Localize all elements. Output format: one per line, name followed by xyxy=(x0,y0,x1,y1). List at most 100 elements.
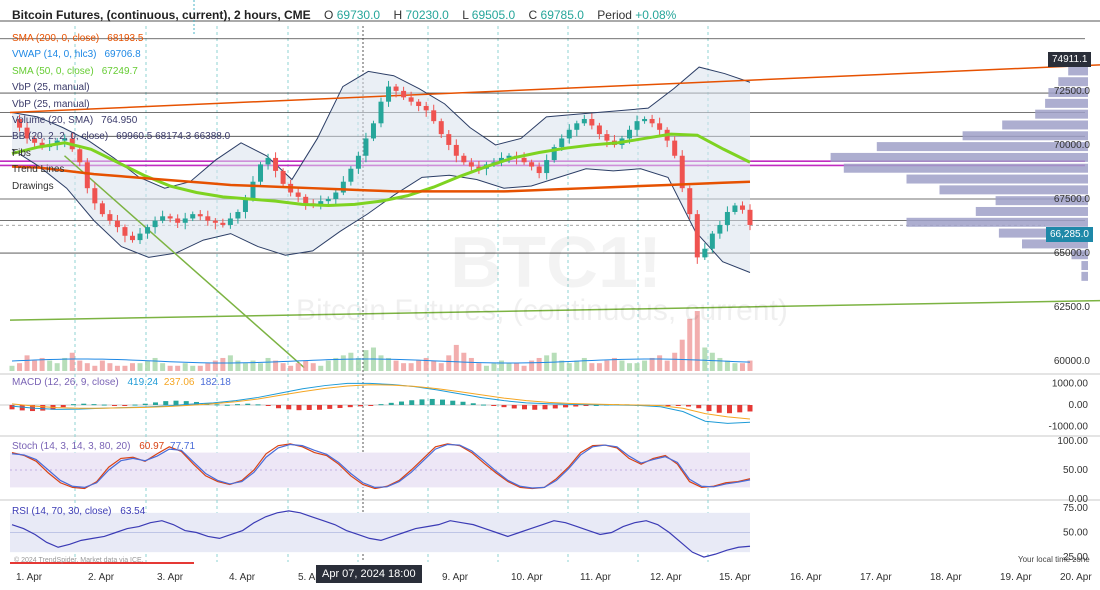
candle-body xyxy=(544,160,550,174)
indicator-value: 69960.5 68174.3 66388.0 xyxy=(116,131,231,143)
time-axis-tick: 19. Apr xyxy=(1000,572,1032,583)
high-label: H xyxy=(393,8,403,22)
volume-bar xyxy=(423,357,429,371)
macd-histogram-bar xyxy=(388,402,394,405)
volume-bar xyxy=(739,363,745,371)
volume-bar xyxy=(634,363,640,371)
volume-bar xyxy=(438,363,444,371)
macd-value-1: 419.24 xyxy=(127,377,159,388)
indicator-label: SMA (200, 0, close) xyxy=(12,33,100,44)
macd-histogram-bar xyxy=(276,405,281,409)
volume-bar xyxy=(446,355,452,371)
candle-body xyxy=(739,205,745,210)
volume-bar xyxy=(642,360,648,371)
macd-histogram-bar xyxy=(686,405,691,407)
rsi-axis-tick: 50.00 xyxy=(1063,528,1088,539)
candle-body xyxy=(657,123,663,130)
candle-body xyxy=(152,220,158,228)
stoch-legend[interactable]: Stoch (14, 3, 14, 3, 80, 20) 60.97 77.71 xyxy=(12,441,195,452)
volume-bar xyxy=(386,357,392,371)
macd-histogram-bar xyxy=(214,404,220,406)
candle-body xyxy=(581,118,587,124)
indicator-label: SMA (50, 0, close) xyxy=(12,65,94,77)
volume-bar xyxy=(190,365,196,371)
local-time-zone[interactable]: Your local time zone xyxy=(1018,555,1090,564)
candle-body xyxy=(747,209,753,225)
volume-profile-bar xyxy=(1035,109,1088,119)
volume-bar xyxy=(24,355,30,371)
candle-body xyxy=(687,188,693,215)
time-axis-tick: 11. Apr xyxy=(580,572,612,583)
macd-histogram-bar xyxy=(101,404,107,406)
candle-body xyxy=(122,227,128,236)
time-axis-tick: 9. Apr xyxy=(442,572,469,583)
volume-bar xyxy=(145,360,151,371)
candle-body xyxy=(295,192,301,197)
volume-bar xyxy=(431,360,437,371)
macd-histogram-bar xyxy=(470,403,476,405)
macd-histogram-bar xyxy=(419,399,425,405)
candle-body xyxy=(521,157,527,163)
indicator-legend-item[interactable]: SMA (200, 0, close) 68193.5 xyxy=(12,33,143,44)
volume-bar xyxy=(529,360,535,371)
volume-bar xyxy=(348,352,354,371)
close-value: 69785.0 xyxy=(540,8,584,22)
volume-bar xyxy=(581,357,587,371)
time-axis-tick: 4. Apr xyxy=(229,572,256,583)
indicator-legend-item[interactable]: VbP (25, manual) xyxy=(12,82,98,93)
volume-bar xyxy=(521,365,527,371)
macd-histogram-bar xyxy=(71,404,76,406)
macd-histogram-bar xyxy=(122,405,128,406)
indicator-legend-item[interactable]: Fibs xyxy=(12,148,39,159)
indicator-legend-item[interactable]: Volume (20, SMA) 764.950 xyxy=(12,115,137,126)
volume-profile-bar xyxy=(906,174,1088,184)
macd-histogram-bar xyxy=(235,404,240,406)
rsi-legend[interactable]: RSI (14, 70, 30, close) 63.54 xyxy=(12,506,145,517)
volume-bar xyxy=(476,363,482,371)
indicator-legend-item[interactable]: Drawings xyxy=(12,181,62,192)
volume-bar xyxy=(378,355,384,371)
macd-axis-tick: -1000.00 xyxy=(1049,422,1089,433)
candle-body xyxy=(386,86,392,102)
candle-body xyxy=(167,216,173,219)
watermark-name: Bitcoin Futures, (continuous, current) xyxy=(296,294,788,327)
price-axis-tick: 65000.0 xyxy=(1054,248,1091,259)
candle-body xyxy=(175,218,181,223)
volume-bar xyxy=(205,363,211,371)
indicator-legend-item[interactable]: SMA (50, 0, close) 67249.7 xyxy=(12,66,138,77)
time-axis-tick: 1. Apr xyxy=(16,572,43,583)
macd-histogram-bar xyxy=(727,405,732,414)
volume-bar xyxy=(589,363,595,371)
candle-body xyxy=(145,227,151,234)
candle-body xyxy=(114,220,120,228)
volume-bar xyxy=(604,360,610,371)
macd-histogram-bar xyxy=(245,403,251,405)
candle-body xyxy=(446,134,452,145)
candle-body xyxy=(416,101,422,107)
volume-bar xyxy=(717,357,723,371)
candle-body xyxy=(212,220,218,223)
macd-histogram-bar xyxy=(573,405,579,407)
indicator-legend-item[interactable]: VWAP (14, 0, hlc3) 69706.8 xyxy=(12,49,141,60)
indicator-legend-item[interactable]: Trend Lines xyxy=(12,164,72,175)
indicator-legend-item[interactable]: VbP (25, manual) xyxy=(12,99,98,110)
candle-body xyxy=(258,164,264,182)
candle-body xyxy=(182,218,188,223)
candle-body xyxy=(596,125,602,135)
indicator-legend-item[interactable]: BB (20, 2, 2, 0, close) 69960.5 68174.3 6… xyxy=(12,131,230,142)
volume-bar xyxy=(288,365,294,371)
rsi-label: RSI (14, 70, 30, close) xyxy=(12,506,112,517)
volume-profile-bar xyxy=(1045,98,1088,108)
volume-profile-bar xyxy=(906,217,1088,227)
open-label: O xyxy=(324,8,334,22)
macd-histogram-bar xyxy=(532,405,538,410)
macd-legend[interactable]: MACD (12, 26, 9, close) 419.24 237.06 18… xyxy=(12,377,231,388)
candle-body xyxy=(363,138,369,156)
volume-bar xyxy=(17,363,23,371)
macd-signal-line xyxy=(11,384,751,420)
price-axis-tick: 60000.0 xyxy=(1054,356,1091,367)
stoch-axis-tick: 100.00 xyxy=(1057,436,1088,447)
volume-profile-bar xyxy=(1058,77,1088,87)
candle-body xyxy=(137,233,143,241)
volume-bar xyxy=(325,360,331,371)
